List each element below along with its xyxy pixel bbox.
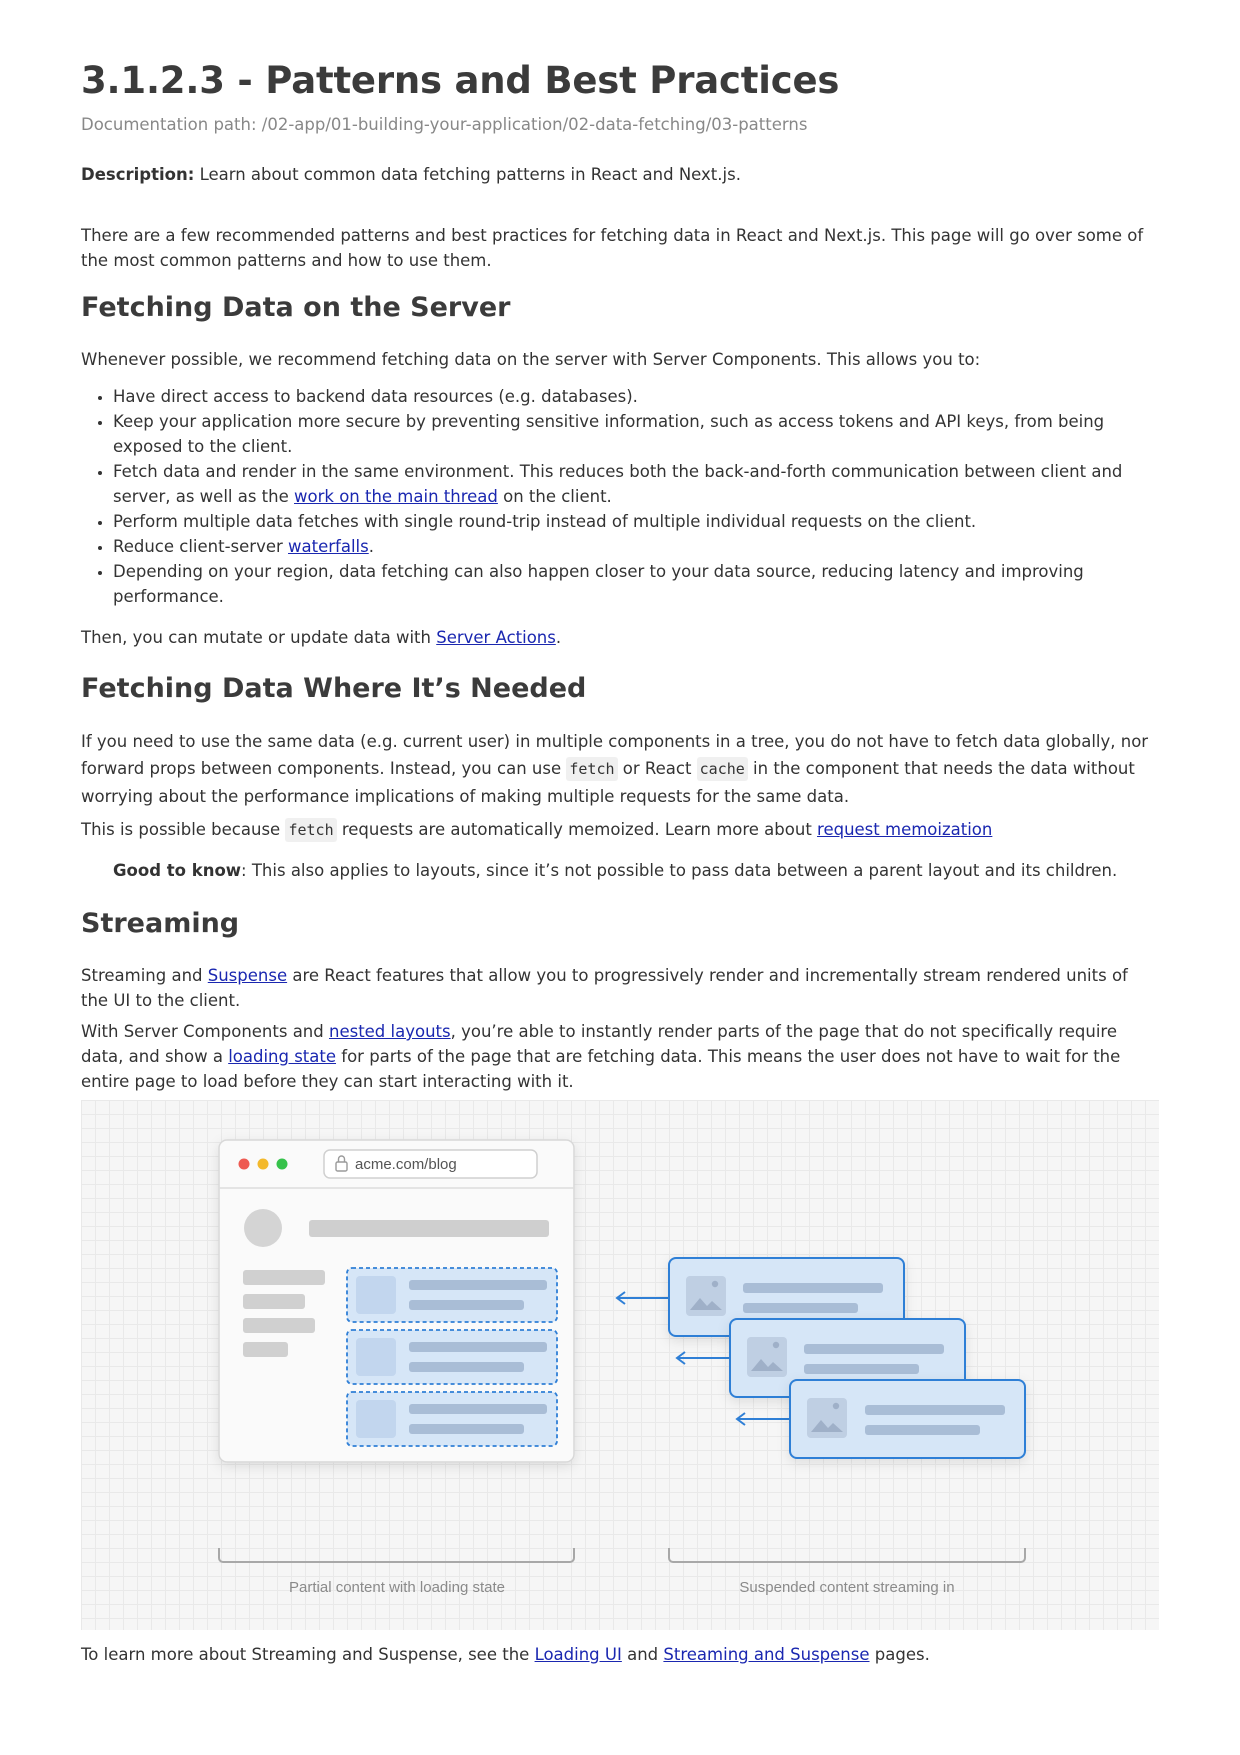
loading-state-link[interactable]: loading state [228,1047,336,1066]
heading-streaming: Streaming [81,908,240,939]
suspense-link[interactable]: Suspense [208,966,287,985]
streaming-paragraph-1: Streaming and Suspense are React feature… [81,963,1159,1013]
streaming-diagram-svg: acme.com/blog Partial content with loadi… [218,1139,1026,1596]
waterfalls-link[interactable]: waterfalls [288,537,369,556]
loading-placeholder [346,1267,558,1323]
inline-code-cache: cache [696,757,748,781]
inline-code-fetch: fetch [285,818,337,842]
right-bracket [668,1548,1026,1563]
loading-ui-link[interactable]: Loading UI [535,1645,622,1664]
request-memoization-link[interactable]: request memoization [817,820,992,839]
work-on-main-thread-link[interactable]: work on the main thread [294,487,498,506]
avatar-skeleton [244,1209,282,1247]
intro-paragraph: There are a few recommended patterns and… [81,226,1144,270]
list-item-text: on the client. [497,487,612,506]
loading-placeholder [346,1391,558,1447]
paragraph-text: . [555,628,562,647]
streaming-paragraph-3: To learn more about Streaming and Suspen… [81,1642,1159,1667]
documentation-path: Documentation path: /02-app/01-building-… [81,115,808,134]
window-maximize-dot [276,1158,288,1170]
list-item: Depending on your region, data fetching … [113,559,1159,609]
list-item: Perform multiple data fetches with singl… [113,509,1159,534]
server-actions-link[interactable]: Server Actions [436,628,556,647]
paragraph-text: pages. [869,1645,930,1664]
window-minimize-dot [257,1158,269,1170]
heading-fetching-where-needed: Fetching Data Where It’s Needed [81,673,587,704]
paragraph-text: Streaming and [81,966,208,985]
nested-layouts-link[interactable]: nested layouts [329,1022,451,1041]
streaming-paragraph-2: With Server Components and nested layout… [81,1019,1159,1094]
note-label: Good to know [113,861,242,880]
sidebar-skeleton [243,1270,325,1285]
description-text: Learn about common data fetching pattern… [194,165,741,184]
streaming-and-suspense-link[interactable]: Streaming and Suspense [663,1645,869,1664]
address-bar-url: acme.com/blog [355,1156,457,1173]
title-skeleton [309,1220,549,1237]
paragraph-text: requests are automatically memoized. Lea… [336,820,818,839]
paragraph-text: Then, you can mutate or update data with [81,628,437,647]
sidebar-skeleton [243,1342,288,1357]
good-to-know-note: Good to know: This also applies to layou… [81,858,1159,883]
page-title: 3.1.2.3 - Patterns and Best Practices [81,59,840,102]
paragraph-text: With Server Components and [81,1022,329,1041]
left-caption: Partial content with loading state [289,1579,505,1596]
streaming-diagram: acme.com/blog Partial content with loadi… [81,1100,1159,1630]
server-actions-paragraph: Then, you can mutate or update data with… [81,625,1159,650]
server-lead: Whenever possible, we recommend fetching… [81,350,981,369]
where-needed-paragraph: If you need to use the same data (e.g. c… [81,728,1159,810]
sidebar-skeleton [243,1294,305,1309]
description: Description: Learn about common data fet… [81,162,1159,187]
list-item: Keep your application more secure by pre… [113,409,1159,459]
left-bracket [218,1548,575,1563]
paragraph-text: and [621,1645,664,1664]
memoization-paragraph: This is possible because fetch requests … [81,816,1159,844]
sidebar-skeleton [243,1318,315,1333]
note-text: : This also applies to layouts, since it… [241,861,1118,880]
document-page: 3.1.2.3 - Patterns and Best Practices Do… [0,0,1240,1667]
window-close-dot [238,1158,250,1170]
list-item: Fetch data and render in the same enviro… [113,459,1159,509]
inline-code-fetch: fetch [566,757,618,781]
heading-fetching-on-server: Fetching Data on the Server [81,292,511,323]
list-item-text: Fetch data and render in the same enviro… [113,462,1123,506]
paragraph-text: To learn more about Streaming and Suspen… [81,1645,535,1664]
server-benefits-list: Have direct access to backend data resou… [81,384,1159,609]
browser-window: acme.com/blog [218,1139,575,1463]
paragraph-text: or React [617,759,697,778]
list-item-text: Reduce client-server [113,537,289,556]
description-label: Description: [81,165,195,184]
right-caption: Suspended content streaming in [739,1579,954,1596]
list-item-text: . [368,537,374,556]
list-item: Reduce client-server waterfalls. [113,534,1159,559]
paragraph-text: This is possible because [81,820,286,839]
list-item: Have direct access to backend data resou… [113,384,1159,409]
loading-placeholder [346,1329,558,1385]
